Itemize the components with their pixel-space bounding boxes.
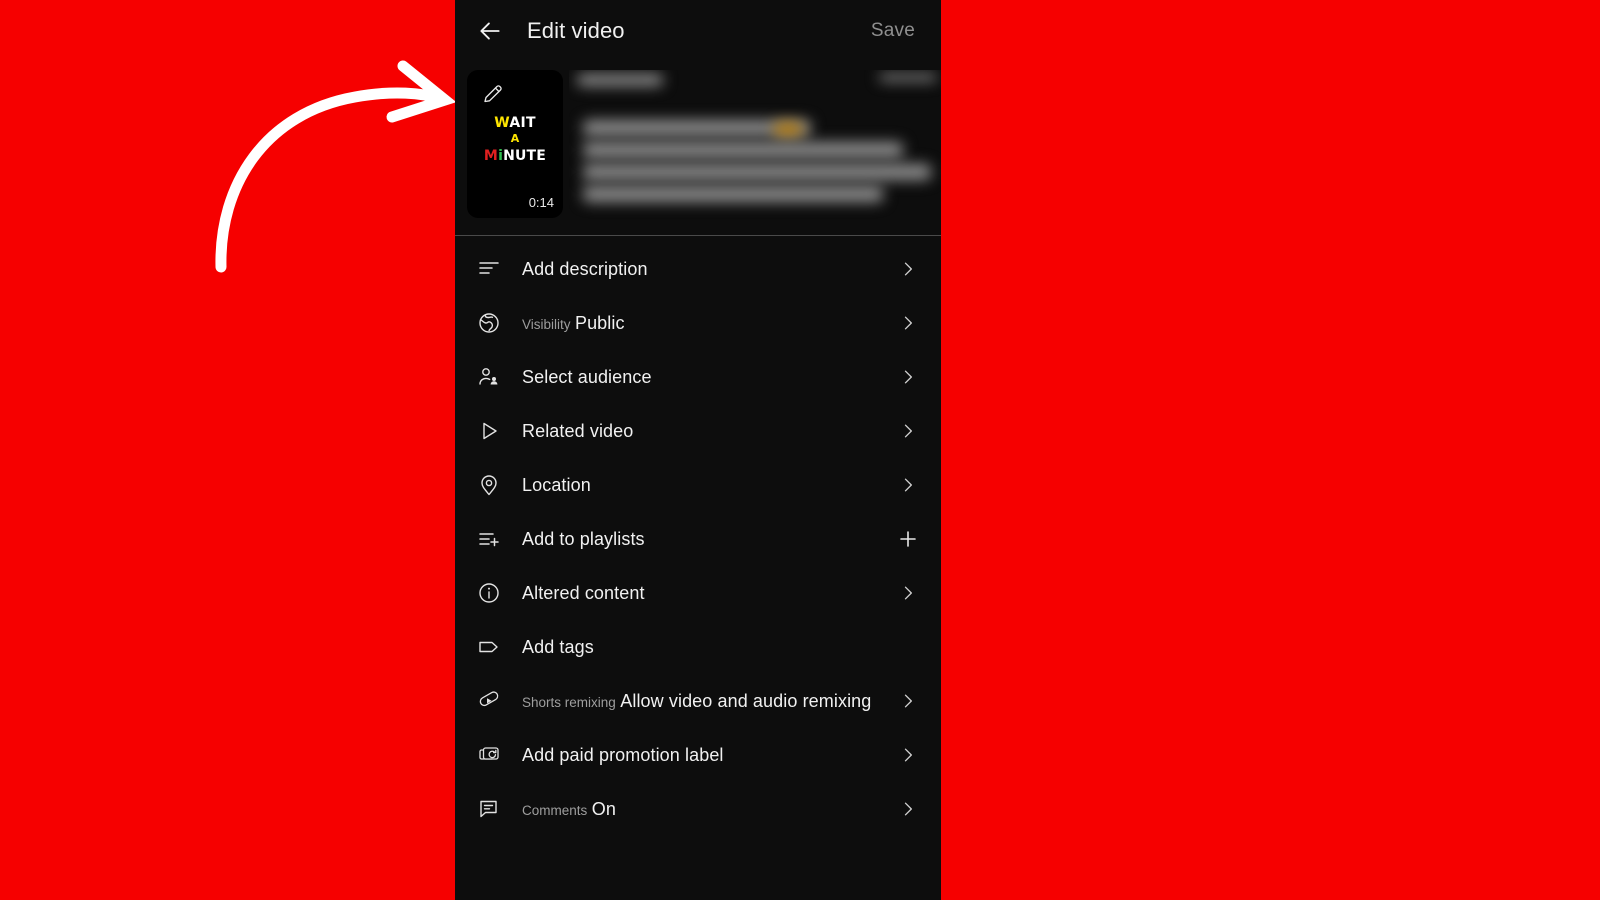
- video-title-blurred[interactable]: [569, 70, 941, 235]
- menu-item-location[interactable]: Location: [455, 458, 941, 512]
- menu-item-related-video[interactable]: Related video: [455, 404, 941, 458]
- menu-item-paid-promotion[interactable]: Add paid promotion label: [455, 728, 941, 782]
- settings-menu-list: Add description Visibility Public Select…: [455, 236, 941, 836]
- comment-icon: [469, 789, 509, 829]
- play-triangle-icon: [469, 411, 509, 451]
- menu-item-visibility[interactable]: Visibility Public: [455, 296, 941, 350]
- menu-item-label: Public: [574, 312, 625, 333]
- menu-item-add-to-playlists[interactable]: Add to playlists: [455, 512, 941, 566]
- menu-item-sublabel: Shorts remixing: [522, 694, 616, 710]
- playlist-add-icon: [469, 519, 509, 559]
- save-button[interactable]: Save: [867, 14, 919, 48]
- info-circle-icon: [469, 573, 509, 613]
- location-pin-icon: [469, 465, 509, 505]
- description-lines-icon: [469, 249, 509, 289]
- menu-item-add-description[interactable]: Add description: [455, 242, 941, 296]
- menu-item-add-tags[interactable]: Add tags: [455, 620, 941, 674]
- menu-item-label: Add description: [522, 258, 648, 279]
- chevron-right-icon[interactable]: [895, 580, 921, 606]
- chevron-right-icon[interactable]: [895, 472, 921, 498]
- app-header: Edit video Save: [455, 0, 941, 62]
- chevron-right-icon[interactable]: [895, 418, 921, 444]
- chevron-right-icon[interactable]: [895, 742, 921, 768]
- menu-item-comments[interactable]: Comments On: [455, 782, 941, 836]
- thumb-text-line2: A: [510, 132, 520, 146]
- thumb-text-line3-a: M: [483, 147, 499, 164]
- menu-item-label: Add paid promotion label: [522, 744, 724, 765]
- chevron-right-icon[interactable]: [895, 688, 921, 714]
- chevron-right-icon[interactable]: [895, 256, 921, 282]
- menu-item-sublabel: Visibility: [522, 316, 571, 332]
- person-add-icon: [469, 357, 509, 397]
- menu-item-select-audience[interactable]: Select audience: [455, 350, 941, 404]
- menu-item-label: Location: [522, 474, 591, 495]
- menu-item-shorts-remixing[interactable]: Shorts remixing Allow video and audio re…: [455, 674, 941, 728]
- globe-icon: [469, 303, 509, 343]
- paid-promotion-icon: [469, 735, 509, 775]
- screenshot-stage: Edit video Save WAIT A MiNUTE 0:14 Add d…: [0, 0, 1600, 900]
- shorts-remix-icon: [469, 681, 509, 721]
- menu-item-label: Allow video and audio remixing: [620, 690, 872, 711]
- back-button[interactable]: [469, 10, 511, 52]
- youtube-edit-video-screen: Edit video Save WAIT A MiNUTE 0:14 Add d…: [455, 0, 941, 900]
- blur-line: [583, 164, 931, 180]
- menu-item-label: Select audience: [522, 366, 652, 387]
- menu-item-label: On: [591, 798, 616, 819]
- blur-line: [879, 74, 937, 81]
- video-preview-row: WAIT A MiNUTE 0:14: [455, 62, 941, 235]
- menu-item-label: Altered content: [522, 582, 645, 603]
- blur-line: [577, 74, 663, 86]
- tag-icon: [469, 627, 509, 667]
- thumb-text-line1-a: W: [494, 115, 510, 131]
- menu-item-altered-content[interactable]: Altered content: [455, 566, 941, 620]
- menu-item-label: Add to playlists: [522, 528, 645, 549]
- plus-icon[interactable]: [895, 526, 921, 552]
- chevron-right-icon[interactable]: [895, 310, 921, 336]
- chevron-right-icon[interactable]: [895, 364, 921, 390]
- video-thumbnail[interactable]: WAIT A MiNUTE 0:14: [467, 70, 563, 218]
- thumb-text-line1-b: AIT: [509, 115, 536, 131]
- menu-item-sublabel: Comments: [522, 802, 588, 818]
- curved-arrow-annotation: [195, 55, 475, 275]
- chevron-right-icon[interactable]: [895, 796, 921, 822]
- video-duration: 0:14: [528, 195, 554, 210]
- blur-line: [774, 122, 802, 138]
- thumb-text-line3-c: NUTE: [503, 147, 547, 164]
- menu-item-label: Related video: [522, 420, 634, 441]
- pencil-icon[interactable]: [481, 82, 505, 106]
- blur-line: [583, 142, 903, 158]
- menu-item-label: Add tags: [522, 636, 594, 657]
- blur-line: [583, 186, 883, 202]
- thumbnail-overlay-text: WAIT A MiNUTE: [467, 114, 563, 165]
- page-title: Edit video: [527, 18, 625, 43]
- arrow-left-icon: [477, 18, 503, 44]
